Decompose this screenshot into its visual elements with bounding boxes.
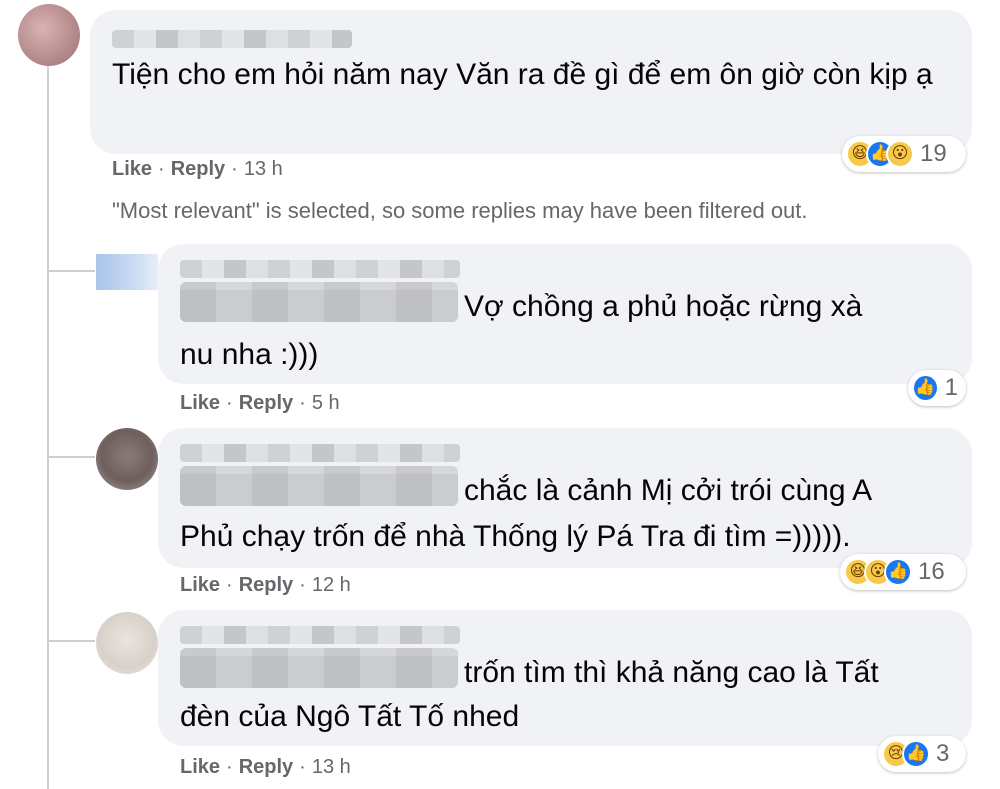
reaction-count: 19 [920, 140, 947, 167]
separator-dot: · [231, 158, 238, 180]
like-icon: 👍 [912, 374, 939, 402]
separator-dot: · [226, 756, 233, 778]
separator-dot: · [299, 574, 306, 596]
avatar[interactable] [96, 428, 158, 490]
reply-text-line-2: đèn của Ngô Tất Tố nhed [180, 700, 520, 733]
reply-text-line-2: nu nha :))) [180, 338, 319, 371]
separator-dot: · [299, 392, 306, 414]
comment-actions: Like · Reply · 13 h [112, 158, 283, 181]
thread-line-branch-1 [47, 270, 95, 272]
reply-text-line-1: Vợ chồng a phủ hoặc rừng xà [464, 290, 863, 323]
blurred-author-name[interactable] [180, 444, 460, 462]
reply-actions: Like · Reply · 12 h [180, 574, 351, 597]
reaction-summary[interactable]: 😆 😮 👍 16 [840, 554, 966, 590]
avatar[interactable] [96, 612, 158, 674]
reaction-count: 16 [918, 558, 945, 585]
blurred-author-name[interactable] [180, 626, 460, 644]
reaction-count: 1 [944, 374, 958, 401]
reply-text-line-1: chắc là cảnh Mị cởi trói cùng A [464, 474, 873, 507]
like-icon: 👍 [884, 558, 912, 586]
blurred-mention [180, 648, 458, 688]
like-icon: 👍 [902, 740, 930, 768]
reaction-summary[interactable]: 😆 👍 😮 19 [842, 136, 966, 172]
like-button[interactable]: Like [180, 756, 220, 778]
thread-line-branch-3 [47, 640, 95, 642]
avatar[interactable] [96, 254, 158, 290]
blurred-mention [180, 466, 458, 506]
timestamp[interactable]: 13 h [312, 756, 351, 778]
separator-dot: · [158, 158, 165, 180]
reaction-count: 3 [936, 740, 950, 767]
reply-button[interactable]: Reply [239, 574, 293, 596]
reaction-summary[interactable]: 😢 👍 3 [878, 736, 966, 772]
blurred-author-name[interactable] [112, 30, 352, 48]
like-button[interactable]: Like [112, 158, 152, 180]
reply-button[interactable]: Reply [171, 158, 225, 180]
thread-line-vertical [47, 66, 49, 789]
reply-text-line-1: trốn tìm thì khả năng cao là Tất [464, 656, 879, 689]
blurred-mention [180, 282, 458, 322]
comment-text: Tiện cho em hỏi năm nay Văn ra đề gì để … [112, 58, 933, 91]
thread-line-branch-2 [47, 456, 95, 458]
avatar[interactable] [18, 4, 80, 66]
separator-dot: · [226, 392, 233, 414]
timestamp[interactable]: 12 h [312, 574, 351, 596]
separator-dot: · [226, 574, 233, 596]
reply-button[interactable]: Reply [239, 392, 293, 414]
timestamp[interactable]: 13 h [244, 158, 283, 180]
reply-actions: Like · Reply · 13 h [180, 756, 351, 779]
reply-text-line-2: Phủ chạy trốn để nhà Thống lý Pá Tra đi … [180, 520, 851, 553]
separator-dot: · [299, 756, 306, 778]
reply-actions: Like · Reply · 5 h [180, 392, 340, 415]
like-button[interactable]: Like [180, 574, 220, 596]
blurred-author-name[interactable] [180, 260, 460, 278]
reaction-summary[interactable]: 👍 1 [908, 370, 966, 406]
reply-button[interactable]: Reply [239, 756, 293, 778]
like-button[interactable]: Like [180, 392, 220, 414]
timestamp[interactable]: 5 h [312, 392, 340, 414]
wow-icon: 😮 [886, 140, 914, 168]
filter-notice: "Most relevant" is selected, so some rep… [112, 198, 808, 223]
